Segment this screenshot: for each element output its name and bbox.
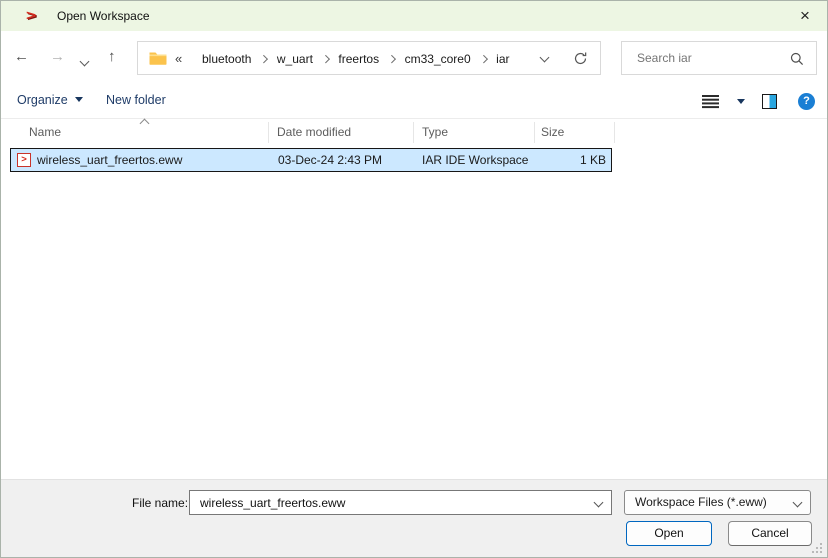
footer-bar: File name: Workspace Files (*.eww) Open …: [1, 479, 827, 557]
open-workspace-dialog: > Open Workspace × ← → ↑ « bluetooth w_u…: [0, 0, 828, 558]
details-view-icon[interactable]: [702, 95, 719, 97]
file-date-modified: 03-Dec-24 2:43 PM: [278, 149, 382, 171]
breadcrumb-separator-icon: [260, 55, 268, 63]
column-divider[interactable]: [413, 122, 414, 143]
file-name-label: File name:: [132, 496, 188, 510]
triangle-down-icon: [75, 97, 83, 102]
breadcrumb-item-cm33-core0[interactable]: cm33_core0: [405, 52, 471, 66]
forward-button[interactable]: →: [50, 49, 65, 65]
file-type: IAR IDE Workspace: [422, 149, 528, 171]
help-icon[interactable]: ?: [798, 93, 815, 110]
breadcrumb-item-w-uart[interactable]: w_uart: [277, 52, 313, 66]
file-size: 1 KB: [580, 149, 606, 171]
address-dropdown-icon[interactable]: [540, 53, 550, 63]
file-name-dropdown-icon[interactable]: [594, 498, 604, 508]
resize-grip[interactable]: [812, 551, 814, 553]
title-bar: > Open Workspace ×: [1, 1, 827, 31]
column-header-type[interactable]: Type: [422, 125, 448, 139]
organize-button[interactable]: Organize: [17, 93, 83, 107]
file-name-combobox: [189, 490, 612, 515]
file-type-select[interactable]: Workspace Files (*.eww): [624, 490, 811, 515]
search-box: [621, 41, 817, 75]
breadcrumb-item-iar[interactable]: iar: [496, 52, 509, 66]
breadcrumb-separator-icon: [480, 55, 488, 63]
breadcrumb-separator-icon: [388, 55, 396, 63]
cancel-button[interactable]: Cancel: [728, 521, 812, 546]
iar-app-icon: >: [26, 7, 36, 23]
close-icon[interactable]: ×: [793, 4, 817, 28]
file-row-selected[interactable]: > wireless_uart_freertos.eww 03-Dec-24 2…: [10, 148, 612, 172]
eww-file-icon: >: [17, 153, 31, 167]
file-name-input[interactable]: [198, 495, 577, 511]
breadcrumb-overflow[interactable]: «: [175, 51, 182, 66]
toolbar-divider: [1, 118, 827, 119]
column-header-size[interactable]: Size: [541, 125, 564, 139]
sort-ascending-icon: [140, 119, 150, 129]
window-title: Open Workspace: [57, 9, 150, 23]
column-header-name[interactable]: Name: [29, 125, 61, 139]
back-button[interactable]: ←: [14, 49, 29, 65]
chevron-down-icon: [80, 57, 90, 67]
recent-locations-button[interactable]: [81, 54, 88, 68]
file-type-dropdown-icon: [793, 498, 803, 508]
open-button[interactable]: Open: [626, 521, 712, 546]
address-bar: « bluetooth w_uart freertos cm33_core0 i…: [137, 41, 601, 75]
organize-label: Organize: [17, 93, 68, 107]
folder-icon: [149, 51, 167, 65]
column-divider[interactable]: [534, 122, 535, 143]
new-folder-button[interactable]: New folder: [106, 93, 166, 107]
breadcrumb: bluetooth w_uart freertos cm33_core0 iar: [192, 51, 510, 67]
file-name: wireless_uart_freertos.eww: [37, 149, 182, 171]
search-input[interactable]: [635, 50, 784, 66]
up-button[interactable]: ↑: [108, 49, 116, 65]
breadcrumb-item-freertos[interactable]: freertos: [338, 52, 379, 66]
column-divider[interactable]: [268, 122, 269, 143]
preview-pane-icon[interactable]: [762, 94, 777, 109]
refresh-icon[interactable]: [573, 51, 588, 66]
file-type-filter-value: Workspace Files (*.eww): [635, 495, 767, 509]
search-icon[interactable]: [790, 52, 804, 66]
view-options-chevron-icon[interactable]: [737, 99, 745, 104]
column-divider[interactable]: [614, 122, 615, 143]
column-header-date-modified[interactable]: Date modified: [277, 125, 351, 139]
breadcrumb-separator-icon: [322, 55, 330, 63]
breadcrumb-item-bluetooth[interactable]: bluetooth: [202, 52, 251, 66]
